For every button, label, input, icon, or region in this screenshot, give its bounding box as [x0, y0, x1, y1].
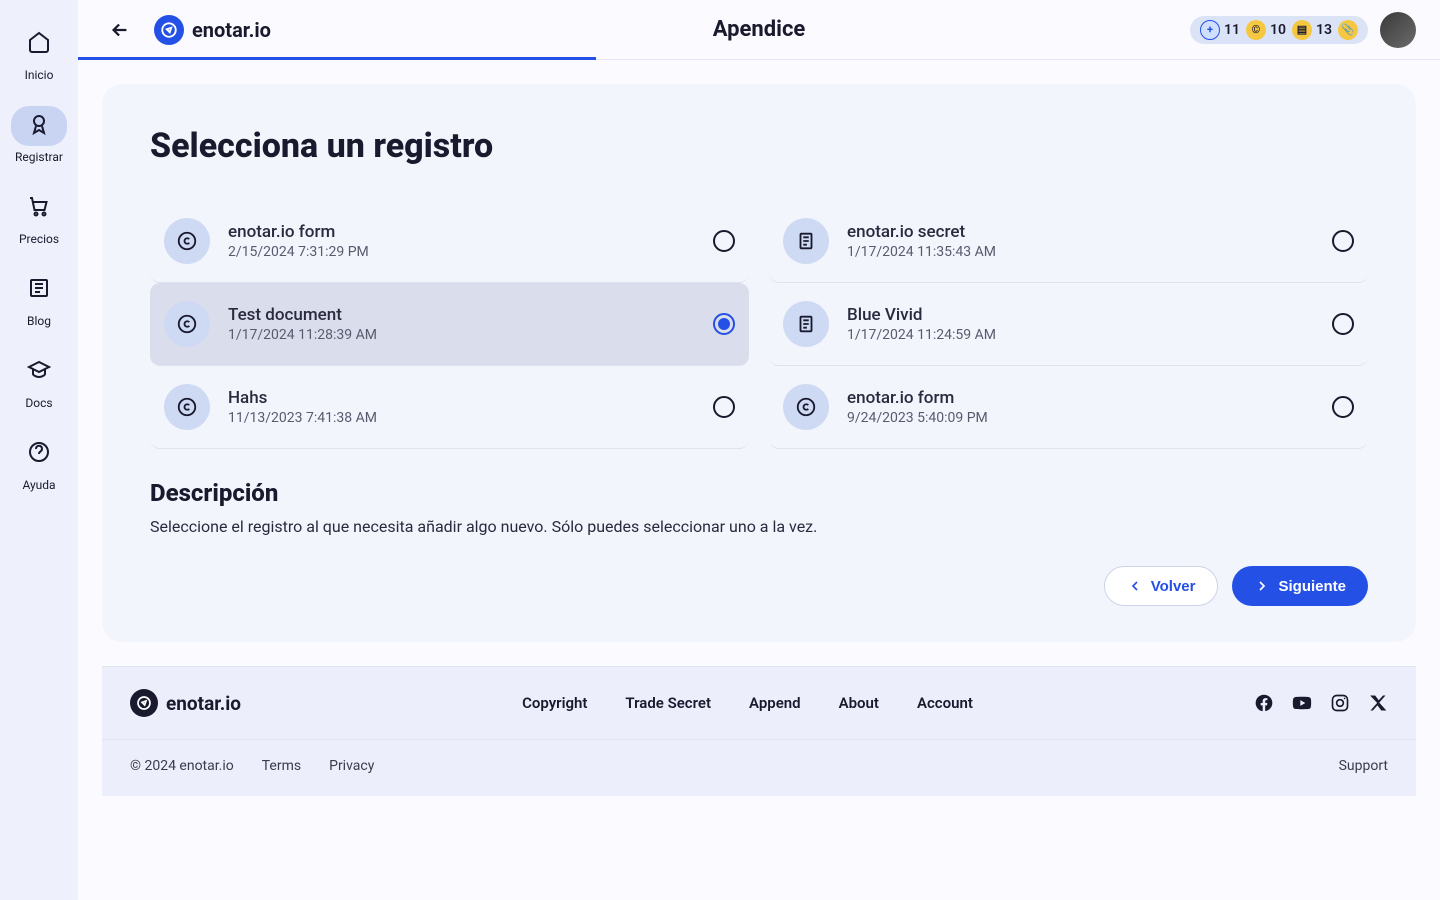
home-icon — [27, 30, 51, 54]
side-nav: Inicio Registrar Precios Blog Docs Ayuda — [0, 0, 78, 900]
siguiente-button[interactable]: Siguiente — [1232, 566, 1368, 606]
footer-link[interactable]: Trade Secret — [625, 694, 711, 712]
record-date: 2/15/2024 7:31:29 PM — [228, 244, 713, 260]
record-date: 1/17/2024 11:28:39 AM — [228, 327, 713, 343]
record-row[interactable]: enotar.io form 9/24/2023 5:40:09 PM — [769, 366, 1368, 449]
x-icon[interactable] — [1368, 693, 1388, 713]
instagram-icon[interactable] — [1330, 693, 1350, 713]
record-title: enotar.io form — [847, 388, 1332, 408]
chevron-right-icon — [1254, 578, 1270, 594]
doc-icon — [783, 218, 829, 264]
support-link[interactable]: Support — [1339, 758, 1388, 774]
cart-icon — [27, 194, 51, 218]
facebook-icon[interactable] — [1254, 693, 1274, 713]
credit-pills[interactable]: +11 ©10 ▤13 📎 — [1190, 16, 1368, 44]
nav-label: Docs — [25, 396, 52, 410]
copyright-icon — [164, 384, 210, 430]
main-card: Selecciona un registro enotar.io form 2/1… — [102, 84, 1416, 642]
progress-bar — [78, 57, 596, 60]
record-title: Blue Vivid — [847, 305, 1332, 325]
nav-registrar[interactable]: Registrar — [5, 98, 73, 172]
record-title: enotar.io secret — [847, 222, 1332, 242]
record-date: 9/24/2023 5:40:09 PM — [847, 410, 1332, 426]
radio-select[interactable] — [1332, 313, 1354, 335]
nav-inicio[interactable]: Inicio — [5, 16, 73, 90]
footer-link[interactable]: Account — [917, 694, 973, 712]
record-date: 1/17/2024 11:35:43 AM — [847, 244, 1332, 260]
compass-icon — [136, 695, 152, 711]
record-row[interactable]: enotar.io form 2/15/2024 7:31:29 PM — [150, 200, 749, 283]
volver-button[interactable]: Volver — [1104, 566, 1219, 606]
nav-label: Blog — [27, 314, 51, 328]
copyright-icon — [164, 301, 210, 347]
record-title: Test document — [228, 305, 713, 325]
doc-icon — [783, 301, 829, 347]
radio-select[interactable] — [713, 230, 735, 252]
nav-label: Registrar — [15, 150, 63, 164]
record-row[interactable]: Test document 1/17/2024 11:28:39 AM — [150, 283, 749, 366]
grad-icon — [27, 358, 51, 382]
record-title: enotar.io form — [228, 222, 713, 242]
record-row[interactable]: Blue Vivid 1/17/2024 11:24:59 AM — [769, 283, 1368, 366]
nav-blog[interactable]: Blog — [5, 262, 73, 336]
page-title: Apendice — [713, 17, 806, 42]
plus-icon: + — [1200, 20, 1220, 40]
radio-select[interactable] — [1332, 396, 1354, 418]
arrow-left-icon — [109, 19, 131, 41]
nav-label: Precios — [19, 232, 59, 246]
topbar: enotar.io Apendice +11 ©10 ▤13 📎 — [78, 0, 1440, 60]
avatar[interactable] — [1380, 12, 1416, 48]
nav-label: Ayuda — [22, 478, 55, 492]
footer: enotar.io Copyright Trade Secret Append Abo… — [102, 666, 1416, 796]
back-button[interactable] — [102, 12, 138, 48]
radio-select[interactable] — [713, 313, 735, 335]
nav-precios[interactable]: Precios — [5, 180, 73, 254]
footer-link[interactable]: About — [839, 694, 879, 712]
record-row[interactable]: Hahs 11/13/2023 7:41:38 AM — [150, 366, 749, 449]
nav-ayuda[interactable]: Ayuda — [5, 426, 73, 500]
desc-text: Seleccione el registro al que necesita a… — [150, 517, 1368, 536]
brand-name: enotar.io — [192, 18, 271, 42]
footer-logo[interactable]: enotar.io — [130, 689, 241, 717]
footer-link[interactable]: Copyright — [522, 694, 587, 712]
compass-icon — [160, 21, 178, 39]
record-title: Hahs — [228, 388, 713, 408]
radio-select[interactable] — [713, 396, 735, 418]
coin-icon: © — [1246, 20, 1266, 40]
card-heading: Selecciona un registro — [150, 126, 1368, 166]
record-date: 11/13/2023 7:41:38 AM — [228, 410, 713, 426]
nav-label: Inicio — [25, 68, 54, 82]
copyright-icon — [164, 218, 210, 264]
copyright-text: © 2024 enotar.io — [130, 758, 234, 774]
clip-icon: 📎 — [1338, 20, 1358, 40]
record-date: 1/17/2024 11:24:59 AM — [847, 327, 1332, 343]
nav-docs[interactable]: Docs — [5, 344, 73, 418]
desc-heading: Descripción — [150, 479, 1368, 507]
footer-link[interactable]: Append — [749, 694, 801, 712]
news-icon — [27, 276, 51, 300]
chevron-left-icon — [1127, 578, 1143, 594]
brand-logo[interactable]: enotar.io — [154, 15, 271, 45]
terms-link[interactable]: Terms — [262, 758, 301, 774]
radio-select[interactable] — [1332, 230, 1354, 252]
record-row[interactable]: enotar.io secret 1/17/2024 11:35:43 AM — [769, 200, 1368, 283]
copyright-icon — [783, 384, 829, 430]
privacy-link[interactable]: Privacy — [329, 758, 374, 774]
youtube-icon[interactable] — [1292, 693, 1312, 713]
help-icon — [27, 440, 51, 464]
badge-icon — [27, 112, 51, 136]
doc-icon: ▤ — [1292, 20, 1312, 40]
